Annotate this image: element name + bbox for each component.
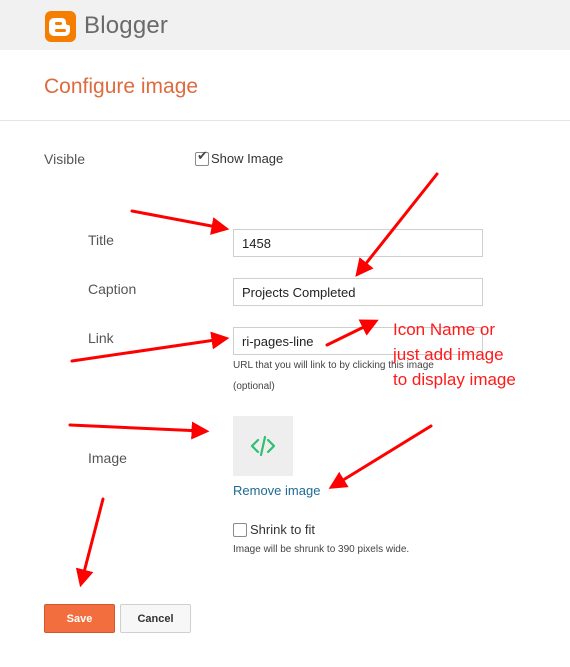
save-button[interactable]: Save bbox=[44, 604, 115, 633]
brand-name: Blogger bbox=[84, 12, 169, 39]
caption-label: Caption bbox=[88, 281, 137, 297]
blogger-logo-icon[interactable] bbox=[45, 11, 76, 42]
arrow-to-title bbox=[130, 209, 230, 235]
annotation-line-1: Icon Name or bbox=[393, 320, 496, 339]
arrow-to-save bbox=[75, 497, 105, 588]
remove-image-link[interactable]: Remove image bbox=[233, 483, 320, 498]
top-bar: Blogger bbox=[0, 0, 570, 51]
annotation-line-3: to display image bbox=[393, 370, 516, 389]
shrink-to-fit-checkbox[interactable] bbox=[233, 523, 247, 537]
link-label: Link bbox=[88, 330, 114, 346]
annotation-note: Icon Name or just add image to display i… bbox=[393, 317, 563, 392]
image-label: Image bbox=[88, 450, 127, 466]
arrow-to-remove bbox=[328, 424, 433, 489]
code-icon bbox=[250, 435, 276, 457]
page-title: Configure image bbox=[44, 75, 199, 98]
caption-input[interactable] bbox=[233, 278, 483, 306]
image-preview bbox=[233, 416, 293, 476]
shrink-to-fit-label[interactable]: Shrink to fit bbox=[250, 522, 315, 537]
visible-label: Visible bbox=[44, 151, 85, 167]
show-image-label[interactable]: Show Image bbox=[211, 151, 283, 166]
show-image-checkbox[interactable]: ✔ bbox=[195, 148, 209, 166]
checkmark-icon: ✔ bbox=[197, 148, 208, 163]
arrow-to-image bbox=[68, 421, 210, 440]
title-label: Title bbox=[88, 232, 114, 248]
cancel-button[interactable]: Cancel bbox=[120, 604, 191, 633]
title-input[interactable] bbox=[233, 229, 483, 257]
annotation-line-2: just add image bbox=[393, 345, 504, 364]
shrink-hint: Image will be shrunk to 390 pixels wide. bbox=[233, 544, 410, 555]
link-hint-optional: (optional) bbox=[233, 381, 275, 392]
